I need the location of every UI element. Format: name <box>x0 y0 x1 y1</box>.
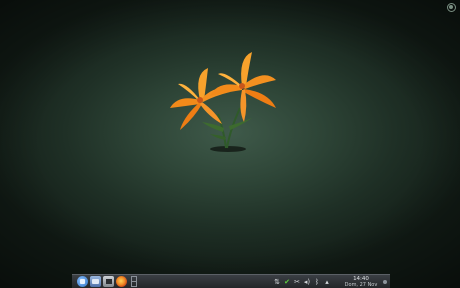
bluetooth-icon[interactable]: ᛒ <box>312 276 322 288</box>
system-tray: ⇅ ✔ ✂ ◂) ᛒ ▴ <box>272 275 332 288</box>
chevron-up-icon[interactable]: ▴ <box>322 276 332 288</box>
kickoff-menu-glyph <box>80 279 85 284</box>
folder-glyph <box>92 279 99 284</box>
file-manager-icon[interactable] <box>90 276 101 287</box>
panel-toolbox-icon[interactable] <box>383 279 387 284</box>
clock-date: Dom, 27 Nov <box>344 281 378 288</box>
terminal-icon[interactable] <box>103 276 114 287</box>
kde-logo-icon[interactable] <box>77 276 88 287</box>
checkmark-icon[interactable]: ✔ <box>282 276 292 288</box>
terminal-screen-glyph <box>105 279 112 284</box>
bottom-panel: ⇅ ✔ ✂ ◂) ᛒ ▴ 14:40 Dom, 27 Nov <box>72 274 390 288</box>
taskbar[interactable] <box>137 275 272 288</box>
clipboard-icon[interactable]: ⇅ <box>272 276 282 288</box>
network-icon[interactable]: ✂ <box>292 276 302 288</box>
desktop[interactable]: ⇅ ✔ ✂ ◂) ᛒ ▴ 14:40 Dom, 27 Nov <box>0 0 460 288</box>
wallpaper-lily-flowers <box>170 52 276 152</box>
pager-desktop-2[interactable] <box>132 282 136 286</box>
volume-icon[interactable]: ◂) <box>302 276 312 288</box>
firefox-icon[interactable] <box>116 276 127 287</box>
plasma-cashew-icon[interactable] <box>447 3 456 12</box>
digital-clock[interactable]: 14:40 Dom, 27 Nov <box>342 276 380 288</box>
